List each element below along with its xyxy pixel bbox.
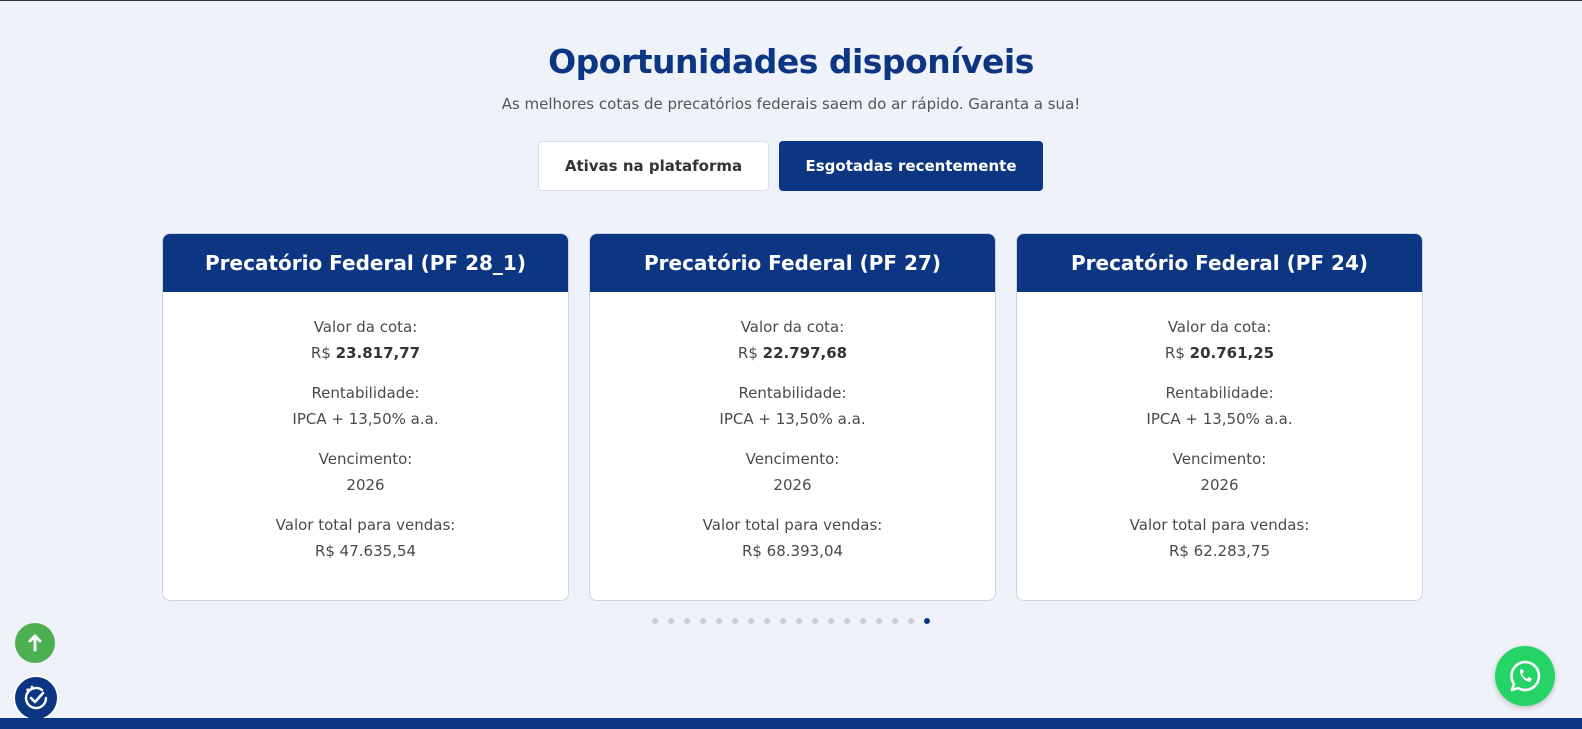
- total-value: R$ 68.393,04: [741, 542, 844, 560]
- accessibility-badge-button[interactable]: [13, 675, 59, 721]
- carousel-dot[interactable]: [812, 618, 818, 624]
- quota-value-row: R$ 22.797,68: [590, 340, 995, 366]
- quota-value-row: R$ 23.817,77: [163, 340, 568, 366]
- carousel-dot[interactable]: [732, 618, 738, 624]
- section-title: Oportunidades disponíveis: [548, 42, 1034, 81]
- maturity-value: 2026: [773, 476, 812, 494]
- scroll-to-top-button[interactable]: [15, 623, 55, 663]
- quota-currency: R$: [310, 344, 331, 362]
- quota-label: Valor da cota:: [313, 318, 418, 336]
- card-title: Precatório Federal (PF 24): [1017, 234, 1422, 292]
- opportunity-card[interactable]: Precatório Federal (PF 27) Valor da cota…: [589, 233, 996, 601]
- maturity-label: Vencimento:: [318, 450, 413, 468]
- carousel-dot[interactable]: [828, 618, 834, 624]
- yield-label: Rentabilidade:: [1165, 384, 1274, 402]
- yield-value: IPCA + 13,50% a.a.: [1146, 410, 1293, 428]
- yield-value: IPCA + 13,50% a.a.: [292, 410, 439, 428]
- carousel-dot[interactable]: [780, 618, 786, 624]
- carousel-pagination: [652, 618, 930, 624]
- check-badge-icon: [24, 685, 48, 710]
- whatsapp-icon: [1510, 660, 1541, 692]
- opportunity-card[interactable]: Precatório Federal (PF 28_1) Valor da co…: [162, 233, 569, 601]
- total-label: Valor total para vendas:: [1129, 516, 1310, 534]
- tab-active-on-platform[interactable]: Ativas na plataforma: [538, 141, 769, 191]
- carousel-dot[interactable]: [716, 618, 722, 624]
- card-title: Precatório Federal (PF 27): [590, 234, 995, 292]
- card-title: Precatório Federal (PF 28_1): [163, 234, 568, 292]
- footer-bar: [0, 718, 1582, 729]
- maturity-value: 2026: [1200, 476, 1239, 494]
- quota-currency: R$: [737, 344, 758, 362]
- total-label: Valor total para vendas:: [702, 516, 883, 534]
- carousel-dot[interactable]: [652, 618, 658, 624]
- maturity-label: Vencimento:: [1172, 450, 1267, 468]
- carousel-dot[interactable]: [876, 618, 882, 624]
- total-value: R$ 47.635,54: [314, 542, 417, 560]
- tab-recently-sold-out[interactable]: Esgotadas recentemente: [779, 141, 1043, 191]
- section-subtitle: As melhores cotas de precatórios federai…: [501, 95, 1081, 113]
- carousel-dot[interactable]: [748, 618, 754, 624]
- carousel-dot[interactable]: [844, 618, 850, 624]
- yield-label: Rentabilidade:: [311, 384, 420, 402]
- quota-value: 22.797,68: [762, 344, 848, 362]
- quota-value: 20.761,25: [1189, 344, 1275, 362]
- carousel-dot[interactable]: [908, 618, 914, 624]
- yield-value: IPCA + 13,50% a.a.: [719, 410, 866, 428]
- total-label: Valor total para vendas:: [275, 516, 456, 534]
- quota-currency: R$: [1164, 344, 1185, 362]
- card-body: Valor da cota: R$ 20.761,25 Rentabilidad…: [1017, 292, 1422, 564]
- arrow-up-icon: [28, 634, 42, 652]
- carousel-dot[interactable]: [860, 618, 866, 624]
- maturity-label: Vencimento:: [745, 450, 840, 468]
- opportunity-card[interactable]: Precatório Federal (PF 24) Valor da cota…: [1016, 233, 1423, 601]
- yield-label: Rentabilidade:: [738, 384, 847, 402]
- carousel-dot[interactable]: [796, 618, 802, 624]
- carousel-dot[interactable]: [668, 618, 674, 624]
- quota-label: Valor da cota:: [740, 318, 845, 336]
- card-body: Valor da cota: R$ 22.797,68 Rentabilidad…: [590, 292, 995, 564]
- total-value: R$ 62.283,75: [1168, 542, 1271, 560]
- carousel-dot[interactable]: [684, 618, 690, 624]
- card-body: Valor da cota: R$ 23.817,77 Rentabilidad…: [163, 292, 568, 564]
- carousel-dot[interactable]: [892, 618, 898, 624]
- maturity-value: 2026: [346, 476, 385, 494]
- quota-value-row: R$ 20.761,25: [1017, 340, 1422, 366]
- carousel-dot[interactable]: [764, 618, 770, 624]
- carousel-dot[interactable]: [700, 618, 706, 624]
- top-border: [0, 0, 1582, 1]
- quota-label: Valor da cota:: [1167, 318, 1272, 336]
- carousel-dot[interactable]: [924, 618, 930, 624]
- quota-value: 23.817,77: [335, 344, 421, 362]
- whatsapp-chat-button[interactable]: [1495, 646, 1555, 706]
